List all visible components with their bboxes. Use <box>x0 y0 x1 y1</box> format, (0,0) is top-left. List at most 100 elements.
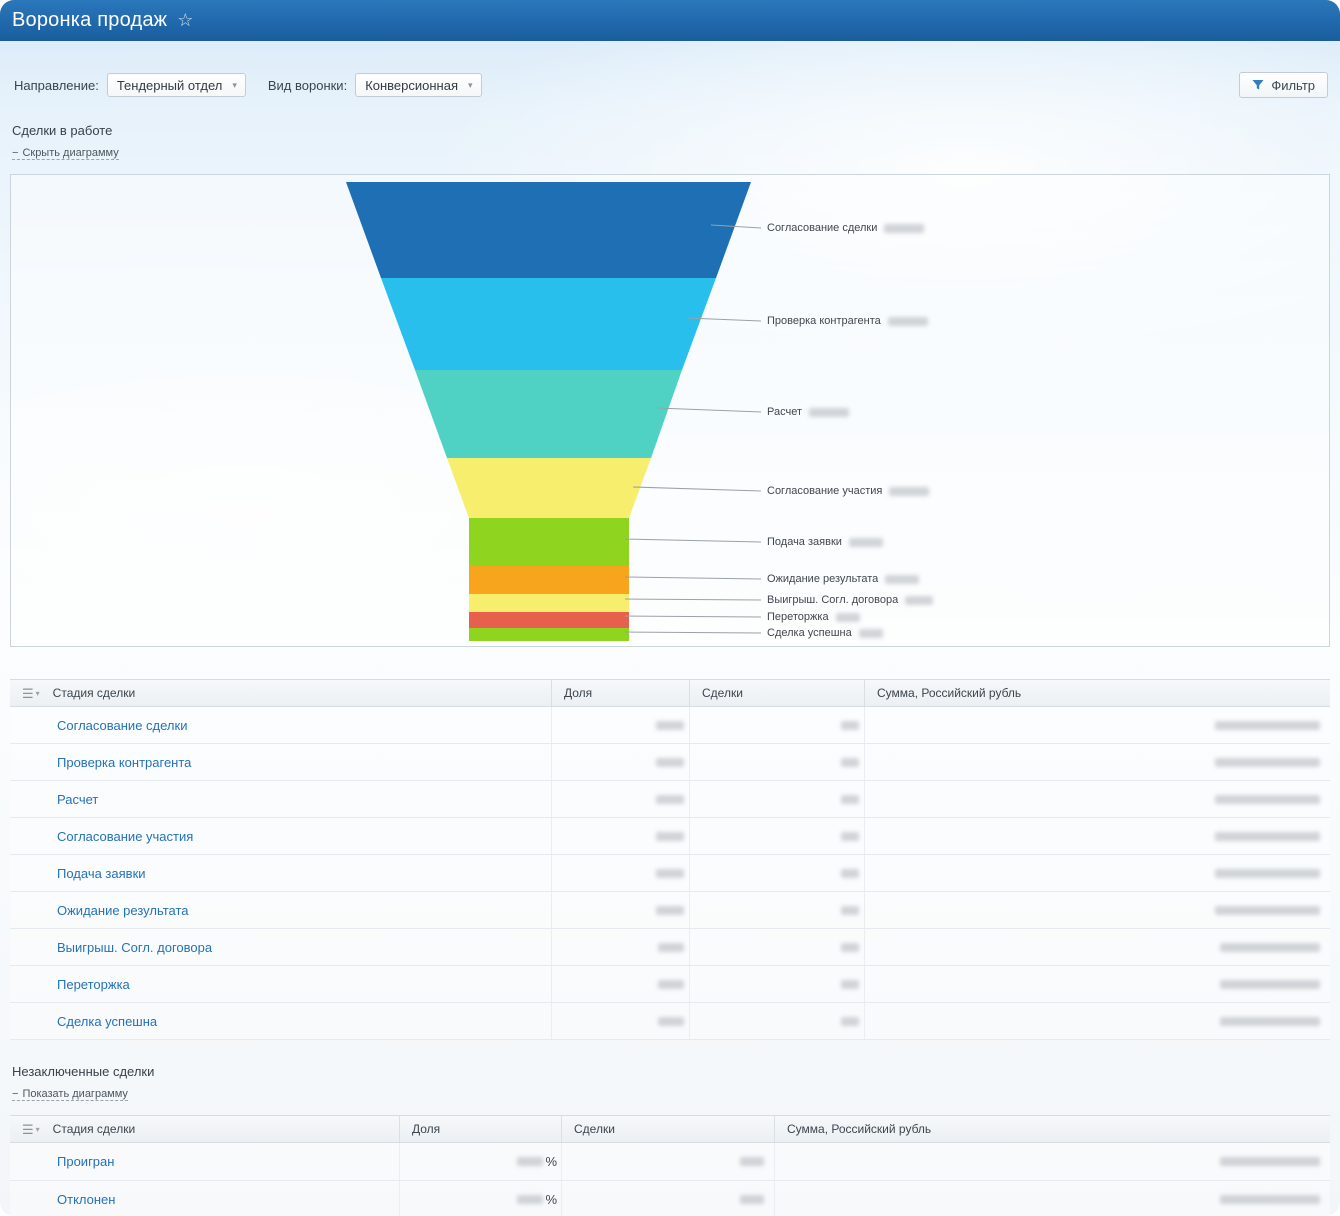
redacted-value <box>836 613 860 622</box>
funnel-svg <box>11 175 1331 648</box>
show-chart-link[interactable]: − Показать диаграмму <box>12 1088 128 1101</box>
redacted-share <box>656 758 684 767</box>
stage-link[interactable]: Выигрыш. Согл. договора <box>57 940 212 955</box>
redacted-sum <box>1220 1157 1320 1166</box>
redacted-sum <box>1215 721 1320 730</box>
table-row: Расчет <box>10 781 1330 818</box>
redacted-sum <box>1215 758 1320 767</box>
redacted-deals <box>841 1017 859 1026</box>
page-title: Воронка продаж <box>12 9 167 32</box>
chevron-down-icon: ▾ <box>232 80 237 91</box>
collapse-icon: − <box>12 147 18 159</box>
hide-chart-link[interactable]: − Скрыть диаграмму <box>12 147 119 160</box>
funnel-label: Проверка контрагента <box>767 314 928 328</box>
redacted-deals <box>740 1157 764 1166</box>
table-header: ☰▾ Стадия сделки Доля Сделки Сумма, Росс… <box>10 1115 1330 1143</box>
funnel-chart: Согласование сделки Проверка контрагента… <box>10 174 1330 647</box>
table-settings-icon[interactable]: ☰▾ <box>22 1123 40 1136</box>
stage-link[interactable]: Переторжка <box>57 977 130 992</box>
redacted-share <box>658 943 684 952</box>
redacted-share <box>656 721 684 730</box>
app-window: Воронка продаж ☆ Направление: Тендерный … <box>0 0 1340 1216</box>
funnel-view-label: Вид воронки: <box>268 78 347 93</box>
redacted-deals <box>740 1195 764 1204</box>
table-header: ☰▾ Стадия сделки Доля Сделки Сумма, Росс… <box>10 679 1330 707</box>
redacted-deals <box>841 869 859 878</box>
share-percent-sign: % <box>545 1154 557 1169</box>
column-header-share: Доля <box>400 1116 562 1142</box>
stage-link[interactable]: Сделка успешна <box>57 1014 157 1029</box>
table-row: Согласование сделки <box>10 707 1330 744</box>
redacted-share <box>658 980 684 989</box>
chevron-down-icon: ▾ <box>468 80 473 91</box>
redacted-sum <box>1215 795 1320 804</box>
show-chart-label: Показать диаграмму <box>22 1088 128 1100</box>
favorite-star-icon[interactable]: ☆ <box>177 10 193 31</box>
stage-link[interactable]: Отклонен <box>57 1192 115 1207</box>
redacted-sum <box>1215 906 1320 915</box>
redacted-deals <box>841 906 859 915</box>
table-row: Проверка контрагента <box>10 744 1330 781</box>
funnel-label: Согласование участия <box>767 484 929 498</box>
funnel-segment-8[interactable] <box>469 612 629 628</box>
funnel-segment-4[interactable] <box>447 458 651 518</box>
funnel-segment-1[interactable] <box>346 182 751 278</box>
stage-link[interactable]: Проигран <box>57 1154 114 1169</box>
redacted-value <box>884 224 924 233</box>
redacted-value <box>885 575 919 584</box>
funnel-segment-7[interactable] <box>469 594 629 612</box>
funnel-view-dropdown[interactable]: Конверсионная ▾ <box>355 73 481 97</box>
table-settings-icon[interactable]: ☰▾ <box>22 687 40 700</box>
redacted-deals <box>841 758 859 767</box>
section-title-deals-in-progress: Сделки в работе <box>12 123 1340 138</box>
deals-in-progress-table: ☰▾ Стадия сделки Доля Сделки Сумма, Росс… <box>10 679 1330 1040</box>
column-header-deals: Сделки <box>562 1116 775 1142</box>
stage-link[interactable]: Согласование сделки <box>57 718 187 733</box>
funnel-segment-6[interactable] <box>469 566 629 594</box>
funnel-segment-2[interactable] <box>381 278 716 370</box>
redacted-deals <box>841 980 859 989</box>
direction-label: Направление: <box>14 78 99 93</box>
stage-link[interactable]: Согласование участия <box>57 829 193 844</box>
section-title-unclosed-deals: Незаключенные сделки <box>12 1064 1340 1079</box>
filter-button-label: Фильтр <box>1271 78 1315 93</box>
column-header-sum: Сумма, Российский рубль <box>775 1116 1330 1142</box>
redacted-share <box>656 869 684 878</box>
funnel-segment-9[interactable] <box>469 628 629 641</box>
expand-icon: − <box>12 1088 18 1100</box>
redacted-deals <box>841 943 859 952</box>
filter-button[interactable]: Фильтр <box>1239 72 1328 98</box>
column-header-deals: Сделки <box>690 680 865 706</box>
share-percent-sign: % <box>545 1192 557 1207</box>
redacted-value <box>888 317 928 326</box>
direction-dropdown[interactable]: Тендерный отдел ▾ <box>107 73 246 97</box>
redacted-value <box>905 596 933 605</box>
stage-link[interactable]: Ожидание результата <box>57 903 189 918</box>
table-row: Ожидание результата <box>10 892 1330 929</box>
column-header-stage: Стадия сделки <box>53 1122 135 1136</box>
funnel-segment-3[interactable] <box>415 370 682 458</box>
redacted-sum <box>1220 980 1320 989</box>
redacted-value <box>809 408 849 417</box>
funnel-label: Согласование сделки <box>767 221 924 235</box>
funnel-label: Подача заявки <box>767 535 883 549</box>
redacted-share <box>656 832 684 841</box>
column-header-share: Доля <box>552 680 690 706</box>
table-row: Выигрыш. Согл. договора <box>10 929 1330 966</box>
redacted-value <box>859 629 883 638</box>
funnel-segment-5[interactable] <box>469 518 629 566</box>
stage-link[interactable]: Проверка контрагента <box>57 755 191 770</box>
funnel-label: Расчет <box>767 405 849 419</box>
redacted-sum <box>1220 1195 1320 1204</box>
column-header-sum: Сумма, Российский рубль <box>865 680 1330 706</box>
funnel-label: Ожидание результата <box>767 572 919 586</box>
redacted-sum <box>1220 1017 1320 1026</box>
redacted-sum <box>1215 832 1320 841</box>
toolbar: Направление: Тендерный отдел ▾ Вид ворон… <box>14 71 1328 99</box>
funnel-label: Выигрыш. Согл. договора <box>767 593 933 607</box>
table-row: Переторжка <box>10 966 1330 1003</box>
funnel-label: Сделка успешна <box>767 626 883 640</box>
stage-link[interactable]: Подача заявки <box>57 866 146 881</box>
direction-value: Тендерный отдел <box>117 78 223 93</box>
stage-link[interactable]: Расчет <box>57 792 98 807</box>
